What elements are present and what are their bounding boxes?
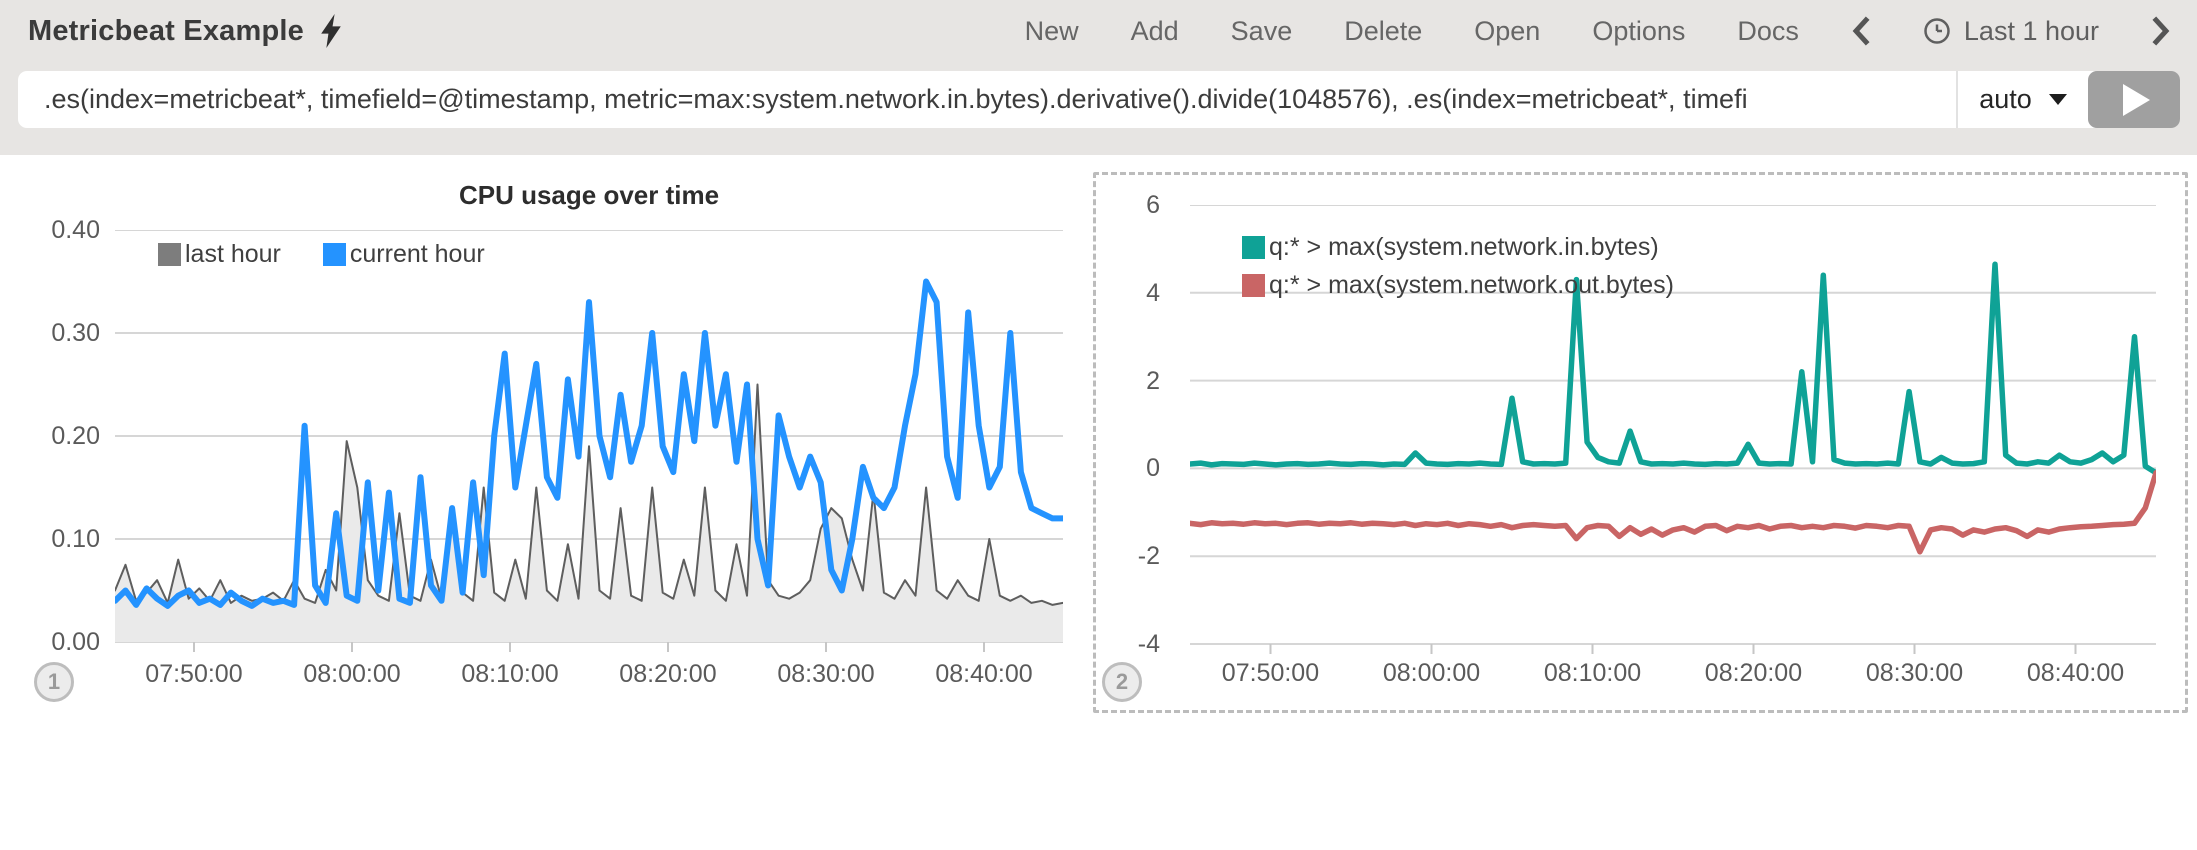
chart-legend: q:* > max(system.network.in.bytes) q:* >… xyxy=(1242,233,1674,300)
y-axis-labels: 0.40 0.30 0.20 0.10 0.00 xyxy=(30,218,100,654)
menu-item-delete[interactable]: Delete xyxy=(1344,16,1422,47)
legend-swatch-network-out xyxy=(1242,274,1265,297)
x-tick-label: 08:00:00 xyxy=(303,660,400,689)
time-forward-button[interactable] xyxy=(2151,15,2171,47)
y-tick-label: -4 xyxy=(1100,631,1160,657)
x-tick-label: 08:30:00 xyxy=(777,660,874,689)
header-area: Metricbeat Example New Add Save Delete O… xyxy=(0,0,2197,155)
cpu-usage-chart[interactable] xyxy=(115,230,1063,654)
play-icon xyxy=(2123,84,2150,116)
clock-icon xyxy=(1923,17,1951,45)
top-navbar: Metricbeat Example New Add Save Delete O… xyxy=(0,0,2197,62)
legend-item: q:* > max(system.network.in.bytes) xyxy=(1242,233,1674,262)
x-axis-labels: 07:50:00 08:00:00 08:10:00 08:20:00 08:3… xyxy=(1190,659,2156,689)
x-tick-label: 08:30:00 xyxy=(1866,659,1963,688)
chart-panel-network-selected[interactable]: 6 4 2 0 -2 -4 q:* > max(system.network.i… xyxy=(1093,172,2188,713)
menu-item-add[interactable]: Add xyxy=(1131,16,1179,47)
chart-panel-cpu[interactable]: CPU usage over time 0.40 0.30 0.20 0.10 … xyxy=(30,168,1076,720)
legend-item: current hour xyxy=(323,240,485,269)
y-tick-label: 0.00 xyxy=(30,630,100,654)
time-range-label: Last 1 hour xyxy=(1964,16,2099,47)
time-back-button[interactable] xyxy=(1851,15,1871,47)
x-tick-label: 08:10:00 xyxy=(1544,659,1641,688)
legend-label: last hour xyxy=(185,240,281,269)
top-menu: New Add Save Delete Open Options Docs La… xyxy=(1025,15,2171,47)
x-tick-label: 08:40:00 xyxy=(935,660,1032,689)
time-picker[interactable]: Last 1 hour xyxy=(1923,16,2099,47)
x-tick-label: 08:40:00 xyxy=(2027,659,2124,688)
timelion-app: Metricbeat Example New Add Save Delete O… xyxy=(0,0,2197,850)
chart-title: CPU usage over time xyxy=(115,180,1063,211)
run-button[interactable] xyxy=(2088,71,2180,128)
y-tick-label: 0.30 xyxy=(30,321,100,345)
y-tick-label: 2 xyxy=(1100,368,1160,394)
chart-legend: last hour current hour xyxy=(158,240,485,269)
y-axis-labels: 6 4 2 0 -2 -4 xyxy=(1100,192,1160,657)
legend-label: current hour xyxy=(350,240,485,269)
caret-down-icon xyxy=(2049,94,2067,105)
y-tick-label: 4 xyxy=(1100,280,1160,306)
x-axis-labels: 07:50:00 08:00:00 08:10:00 08:20:00 08:3… xyxy=(115,660,1063,690)
lightning-bolt-icon xyxy=(320,14,342,48)
legend-swatch-last-hour xyxy=(158,243,181,266)
menu-item-docs[interactable]: Docs xyxy=(1737,16,1799,47)
legend-swatch-current-hour xyxy=(323,243,346,266)
chevron-right-icon xyxy=(2151,15,2171,47)
query-bar: auto xyxy=(18,71,2180,128)
menu-item-options[interactable]: Options xyxy=(1592,16,1685,47)
menu-item-new[interactable]: New xyxy=(1025,16,1079,47)
chart-number-badge: 1 xyxy=(34,662,74,702)
y-tick-label: 0.40 xyxy=(30,218,100,242)
x-tick-label: 08:10:00 xyxy=(461,660,558,689)
legend-item: last hour xyxy=(158,240,281,269)
legend-item: q:* > max(system.network.out.bytes) xyxy=(1242,271,1674,300)
y-tick-label: 0 xyxy=(1100,455,1160,481)
y-tick-label: 0.20 xyxy=(30,424,100,448)
legend-label: q:* > max(system.network.in.bytes) xyxy=(1269,233,1659,262)
chart-number-badge: 2 xyxy=(1102,662,1142,702)
x-tick-label: 08:20:00 xyxy=(1705,659,1802,688)
x-tick-label: 08:00:00 xyxy=(1383,659,1480,688)
app-title-group: Metricbeat Example xyxy=(28,14,342,48)
page-title: Metricbeat Example xyxy=(28,15,304,48)
x-tick-label: 07:50:00 xyxy=(1222,659,1319,688)
legend-swatch-network-in xyxy=(1242,236,1265,259)
interval-select[interactable]: auto xyxy=(1956,71,2088,128)
y-tick-label: 0.10 xyxy=(30,527,100,551)
legend-label: q:* > max(system.network.out.bytes) xyxy=(1269,271,1674,300)
y-tick-label: -2 xyxy=(1100,543,1160,569)
y-tick-label: 6 xyxy=(1100,192,1160,218)
x-tick-label: 08:20:00 xyxy=(619,660,716,689)
chevron-left-icon xyxy=(1851,15,1871,47)
x-tick-label: 07:50:00 xyxy=(145,660,242,689)
menu-item-open[interactable]: Open xyxy=(1474,16,1540,47)
interval-value: auto xyxy=(1979,84,2032,115)
menu-item-save[interactable]: Save xyxy=(1231,16,1293,47)
timelion-expression-input[interactable] xyxy=(18,71,1956,128)
